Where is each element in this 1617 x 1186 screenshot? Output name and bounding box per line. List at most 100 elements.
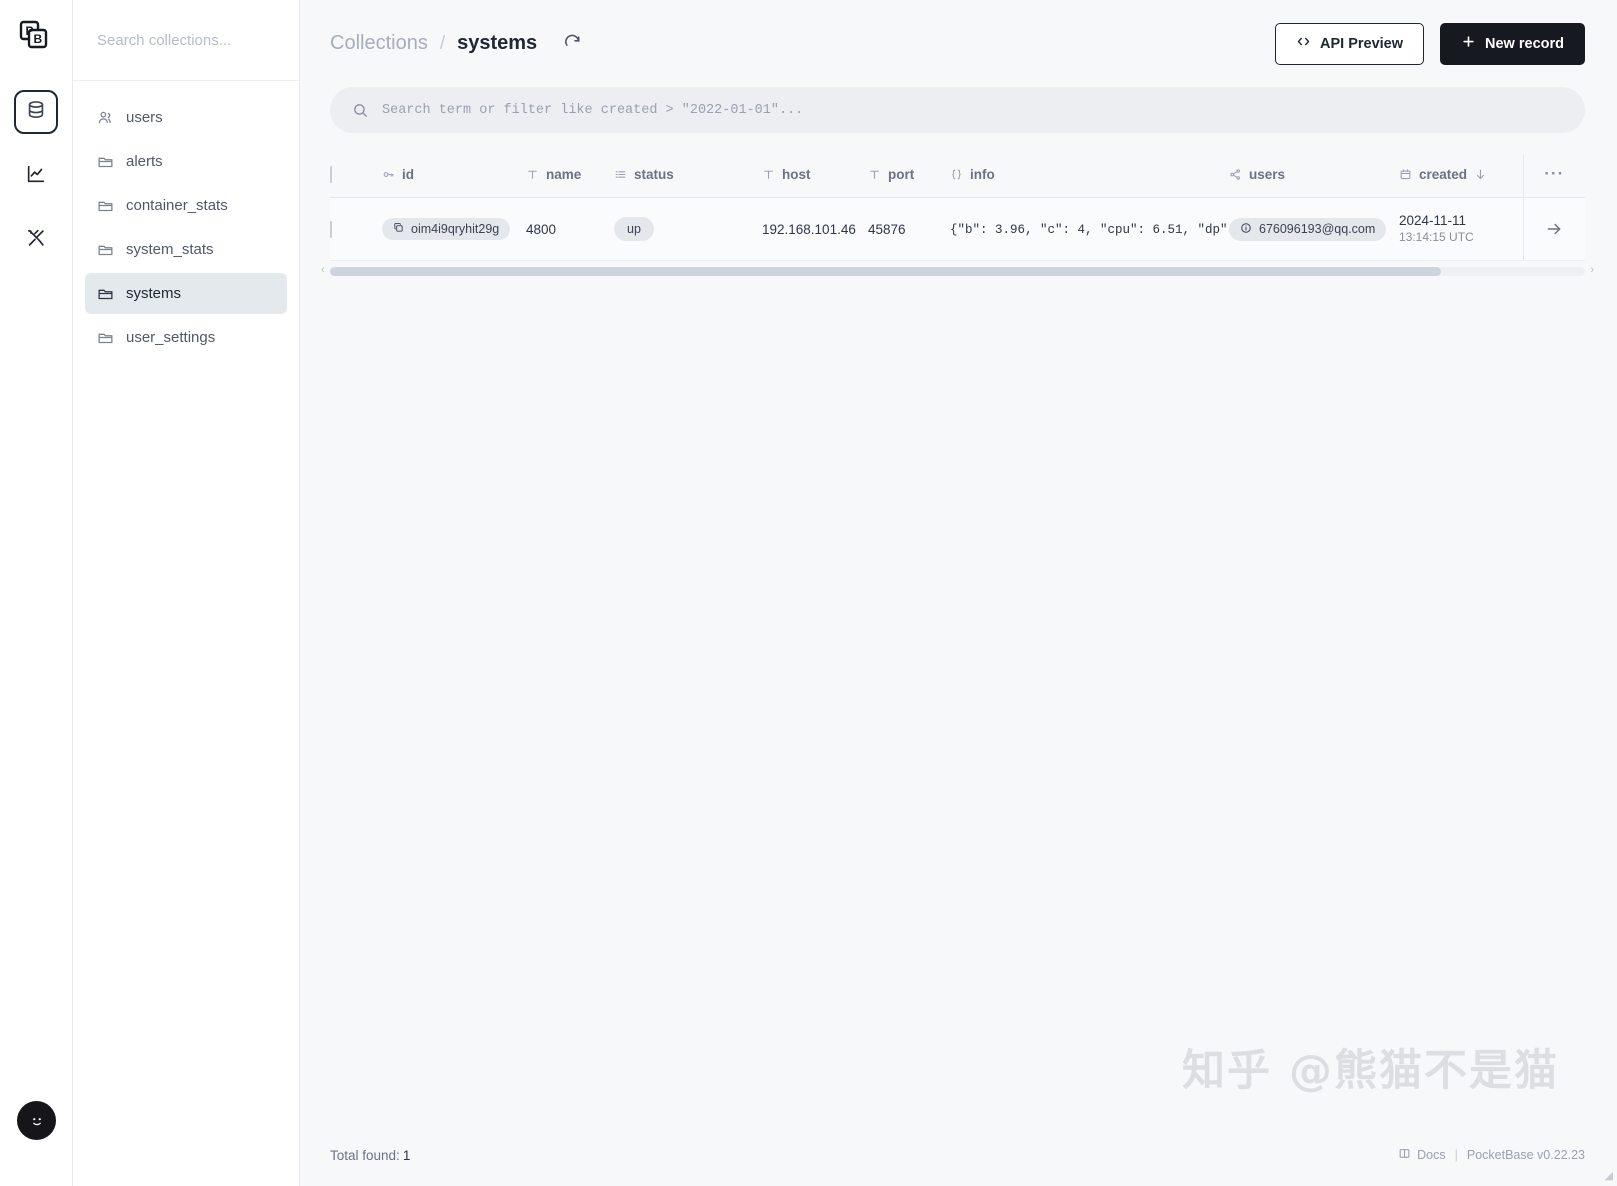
- table-header: id name status host port info users crea…: [330, 155, 1585, 198]
- folder-icon: [97, 329, 114, 346]
- th-status[interactable]: status: [614, 155, 762, 198]
- user-avatar[interactable]: [17, 1101, 56, 1140]
- th-label: info: [970, 166, 995, 182]
- code-icon: [1296, 34, 1311, 53]
- cell-host: 192.168.101.46: [762, 197, 868, 262]
- cell-status: up: [614, 197, 762, 262]
- th-label: port: [888, 166, 915, 182]
- key-icon: [382, 168, 395, 181]
- settings-nav-button[interactable]: [14, 218, 58, 262]
- page-footer: Total found: 1 Docs | PocketBase v0.22.23…: [300, 1124, 1617, 1186]
- th-actions: ···: [1522, 155, 1585, 198]
- svg-text:B: B: [34, 32, 43, 46]
- cell-actions: [1522, 197, 1586, 262]
- tools-icon: [25, 227, 47, 254]
- folder-icon: [97, 197, 114, 214]
- search-input[interactable]: [382, 102, 1563, 118]
- scroll-left-icon[interactable]: ‹: [321, 264, 325, 276]
- text-icon: [762, 168, 775, 181]
- sidebar-item-label: users: [126, 109, 163, 126]
- th-label: status: [634, 166, 674, 182]
- folder-icon: [97, 241, 114, 258]
- breadcrumb-collections[interactable]: Collections: [330, 32, 428, 55]
- records-table: id name status host port info users crea…: [330, 155, 1586, 262]
- docs-link[interactable]: Docs: [1398, 1147, 1446, 1163]
- created-date: 2024-11-11: [1399, 213, 1467, 228]
- table-options-icon[interactable]: ···: [1544, 164, 1564, 183]
- th-label: name: [546, 166, 582, 182]
- sidebar-item-users[interactable]: users: [85, 97, 287, 138]
- th-label: created: [1419, 166, 1468, 182]
- book-icon: [1398, 1147, 1411, 1163]
- cell-created: 2024-11-11 13:14:15 UTC: [1399, 197, 1523, 262]
- sidebar-item-label: system_stats: [126, 241, 214, 258]
- filter-bar: [300, 87, 1617, 133]
- refresh-icon[interactable]: [559, 31, 585, 57]
- pocketbase-admin-window: P B Search collections... users alerts c…: [0, 0, 1617, 1186]
- th-select: [330, 155, 382, 198]
- th-info[interactable]: info: [950, 155, 1229, 198]
- scroll-right-icon[interactable]: ›: [1590, 264, 1594, 276]
- table-body: oim4i9qryhit29g 4800 up 192.168.101.46 4…: [330, 197, 1586, 262]
- sidebar-item-systems[interactable]: systems: [85, 273, 287, 314]
- th-users[interactable]: users: [1229, 155, 1399, 198]
- user-relation-pill[interactable]: 676096193@qq.com: [1229, 217, 1387, 241]
- sidebar-item-label: user_settings: [126, 329, 216, 346]
- status-badge: up: [614, 217, 654, 242]
- logs-nav-button[interactable]: [14, 154, 58, 198]
- users-icon: [97, 109, 114, 126]
- folder-icon: [97, 153, 114, 170]
- calendar-icon: [1399, 168, 1412, 181]
- horizontal-scrollbar[interactable]: ‹ ›: [321, 264, 1594, 277]
- sidebar-item-label: container_stats: [126, 197, 228, 214]
- footer-separator: |: [1454, 1148, 1458, 1162]
- search-filter-field[interactable]: [330, 87, 1585, 133]
- select-icon: [614, 168, 627, 181]
- row-checkbox[interactable]: [330, 220, 332, 238]
- cell-info: {"b": 3.96, "c": 4, "cpu": 6.51, "dp": 4…: [950, 197, 1229, 262]
- collections-nav-button[interactable]: [14, 90, 58, 134]
- sidebar-item-system_stats[interactable]: system_stats: [85, 229, 287, 270]
- th-created[interactable]: created: [1399, 155, 1523, 198]
- relation-icon: [1229, 168, 1242, 181]
- page-title: systems: [457, 32, 538, 54]
- collections-search[interactable]: [73, 0, 299, 81]
- cell-select: [330, 197, 382, 262]
- folder-icon: [97, 285, 114, 302]
- header-actions: API Preview New record: [1275, 22, 1585, 65]
- sidebar-item-user_settings[interactable]: user_settings: [85, 317, 287, 358]
- json-icon: [950, 168, 963, 181]
- resize-grip-icon[interactable]: ◢: [1605, 1169, 1613, 1182]
- sidebar-item-alerts[interactable]: alerts: [85, 141, 287, 182]
- table-row[interactable]: oim4i9qryhit29g 4800 up 192.168.101.46 4…: [330, 197, 1586, 262]
- search-collections-input[interactable]: [97, 31, 275, 49]
- th-id[interactable]: id: [382, 155, 526, 198]
- sidebar-item-container_stats[interactable]: container_stats: [85, 185, 287, 226]
- plus-icon: [1461, 34, 1476, 53]
- breadcrumb: Collections / systems: [330, 31, 585, 57]
- records-table-wrapper: id name status host port info users crea…: [300, 155, 1617, 262]
- scrollbar-thumb[interactable]: [330, 267, 1441, 277]
- svg-text:P: P: [26, 24, 34, 38]
- id-pill[interactable]: oim4i9qryhit29g: [382, 218, 511, 241]
- version-label: PocketBase v0.22.23: [1466, 1148, 1585, 1162]
- arrow-right-icon[interactable]: [1524, 220, 1586, 238]
- th-port[interactable]: port: [868, 155, 950, 198]
- new-record-button[interactable]: New record: [1440, 22, 1585, 65]
- th-name[interactable]: name: [526, 155, 614, 198]
- created-time: 13:14:15 UTC: [1399, 229, 1474, 244]
- api-preview-button[interactable]: API Preview: [1275, 22, 1425, 65]
- cell-port: 45876: [868, 197, 950, 262]
- watermark: 知乎 @熊猫不是猫: [1182, 1046, 1559, 1096]
- search-icon: [352, 102, 369, 119]
- footer-links: Docs | PocketBase v0.22.23: [1398, 1147, 1585, 1163]
- th-label: users: [1249, 166, 1286, 182]
- info-circle-icon: [1240, 222, 1252, 237]
- pocketbase-logo[interactable]: P B: [14, 16, 58, 60]
- chart-line-icon: [25, 163, 47, 190]
- select-all-checkbox[interactable]: [330, 165, 332, 183]
- th-label: host: [782, 166, 811, 182]
- text-icon: [868, 168, 881, 181]
- cell-name: 4800: [526, 197, 614, 262]
- th-host[interactable]: host: [762, 155, 868, 198]
